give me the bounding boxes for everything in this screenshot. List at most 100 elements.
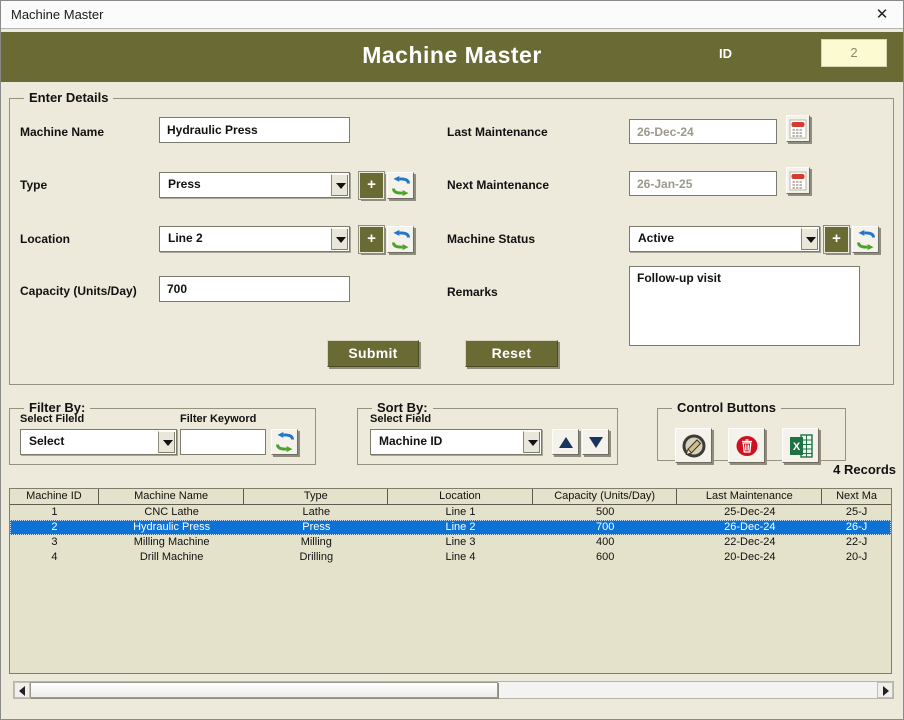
- scrollbar-thumb[interactable]: [30, 682, 498, 698]
- table-cell: 20-Dec-24: [677, 550, 822, 565]
- plus-icon: +: [367, 176, 376, 193]
- filter-field-value: Select: [29, 434, 64, 448]
- sort-field-dropdown-button[interactable]: [523, 431, 540, 453]
- table-row[interactable]: 3Milling MachineMillingLine 340022-Dec-2…: [10, 535, 891, 550]
- remarks-textarea[interactable]: Follow-up visit: [629, 266, 860, 346]
- refresh-icon: [853, 227, 878, 252]
- machine-status-label: Machine Status: [447, 232, 535, 246]
- table-cell: Line 2: [388, 520, 533, 535]
- sort-field-value: Machine ID: [379, 434, 442, 448]
- machine-table[interactable]: Machine IDMachine NameTypeLocationCapaci…: [9, 488, 892, 674]
- add-status-button[interactable]: +: [824, 226, 849, 253]
- table-cell: Line 1: [388, 505, 533, 520]
- table-cell: 600: [533, 550, 678, 565]
- edit-record-button[interactable]: [675, 428, 712, 463]
- id-value-box: 2: [821, 39, 887, 67]
- table-row[interactable]: 2Hydraulic PressPressLine 270026-Dec-242…: [10, 520, 891, 535]
- close-icon[interactable]: ✕: [871, 5, 893, 25]
- sort-by-group: Sort By: Select Field Machine ID: [357, 408, 618, 465]
- next-maintenance-label: Next Maintenance: [447, 178, 549, 192]
- column-header[interactable]: Machine Name: [99, 489, 245, 504]
- column-header[interactable]: Machine ID: [10, 489, 99, 504]
- chevron-down-icon: [336, 237, 346, 243]
- filter-keyword-input[interactable]: [180, 429, 266, 455]
- table-cell: Line 4: [388, 550, 533, 565]
- machine-status-value: Active: [638, 231, 674, 245]
- plus-icon: +: [832, 230, 841, 247]
- table-cell: Drilling: [244, 550, 388, 565]
- submit-button[interactable]: Submit: [327, 340, 419, 367]
- sort-field-combobox[interactable]: Machine ID: [370, 429, 542, 455]
- table-header-row: Machine IDMachine NameTypeLocationCapaci…: [10, 489, 891, 505]
- table-cell: Lathe: [244, 505, 388, 520]
- filter-keyword-label: Filter Keyword: [180, 413, 256, 425]
- sort-descending-button[interactable]: [582, 429, 609, 455]
- location-label: Location: [20, 232, 70, 246]
- capacity-input[interactable]: [159, 276, 350, 302]
- last-maintenance-calendar-button[interactable]: [786, 115, 810, 142]
- machine-name-input[interactable]: [159, 117, 350, 143]
- record-count: 4 Records: [781, 462, 896, 477]
- location-value: Line 2: [168, 231, 203, 245]
- machine-status-dropdown-button[interactable]: [801, 228, 818, 250]
- reset-button[interactable]: Reset: [465, 340, 558, 367]
- table-cell: 25-Dec-24: [677, 505, 822, 520]
- plus-icon: +: [367, 230, 376, 247]
- horizontal-scrollbar[interactable]: [13, 681, 894, 699]
- column-header[interactable]: Capacity (Units/Day): [533, 489, 678, 504]
- column-header[interactable]: Last Maintenance: [677, 489, 822, 504]
- filter-field-label: Select Fileld: [20, 413, 84, 425]
- machine-status-combobox[interactable]: Active: [629, 226, 820, 252]
- refresh-type-button[interactable]: [387, 172, 414, 199]
- scrollbar-left-arrow[interactable]: [14, 682, 30, 698]
- type-dropdown-button[interactable]: [331, 174, 348, 196]
- edit-pencil-icon: [676, 429, 711, 462]
- window-title: Machine Master: [11, 7, 103, 22]
- enter-details-group: Enter Details Machine Name Type Press + …: [9, 98, 894, 385]
- id-label: ID: [719, 46, 732, 61]
- table-cell: Line 3: [388, 535, 533, 550]
- remarks-label: Remarks: [447, 285, 498, 299]
- sort-ascending-button[interactable]: [552, 429, 579, 455]
- table-cell: 3: [10, 535, 99, 550]
- filter-field-combobox[interactable]: Select: [20, 429, 177, 455]
- triangle-right-icon: [883, 686, 889, 696]
- calendar-icon: [787, 168, 809, 193]
- add-type-button[interactable]: +: [359, 172, 384, 199]
- last-maintenance-input[interactable]: 26-Dec-24: [629, 119, 777, 144]
- triangle-up-icon: [559, 437, 573, 448]
- table-row[interactable]: 4Drill MachineDrillingLine 460020-Dec-24…: [10, 550, 891, 565]
- page-title: Machine Master: [1, 42, 903, 69]
- chevron-down-icon: [528, 440, 538, 446]
- machine-name-label: Machine Name: [20, 125, 104, 139]
- location-dropdown-button[interactable]: [331, 228, 348, 250]
- scrollbar-right-arrow[interactable]: [877, 682, 893, 698]
- table-cell: Milling Machine: [99, 535, 245, 550]
- calendar-icon: [787, 116, 809, 141]
- refresh-icon: [388, 173, 413, 198]
- type-value: Press: [168, 177, 201, 191]
- location-combobox[interactable]: Line 2: [159, 226, 350, 252]
- control-buttons-group: Control Buttons X: [657, 408, 846, 461]
- delete-record-button[interactable]: [728, 428, 765, 463]
- table-cell: Hydraulic Press: [99, 520, 245, 535]
- enter-details-legend: Enter Details: [24, 90, 113, 105]
- column-header[interactable]: Location: [388, 489, 533, 504]
- column-header[interactable]: Type: [244, 489, 388, 504]
- table-cell: Press: [244, 520, 388, 535]
- filter-field-dropdown-button[interactable]: [158, 431, 175, 453]
- type-combobox[interactable]: Press: [159, 172, 350, 198]
- add-location-button[interactable]: +: [359, 226, 384, 253]
- next-maintenance-input[interactable]: 26-Jan-25: [629, 171, 777, 196]
- control-buttons-legend: Control Buttons: [672, 400, 781, 415]
- header-band: Machine Master ID 2: [1, 32, 903, 82]
- next-maintenance-calendar-button[interactable]: [786, 167, 810, 194]
- table-cell: CNC Lathe: [99, 505, 245, 520]
- chevron-down-icon: [336, 183, 346, 189]
- refresh-location-button[interactable]: [387, 226, 414, 253]
- column-header[interactable]: Next Ma: [822, 489, 891, 504]
- export-excel-button[interactable]: X: [782, 428, 819, 463]
- refresh-status-button[interactable]: [852, 226, 879, 253]
- apply-filter-button[interactable]: [271, 429, 298, 455]
- table-row[interactable]: 1CNC LatheLatheLine 150025-Dec-2425-J: [10, 505, 891, 520]
